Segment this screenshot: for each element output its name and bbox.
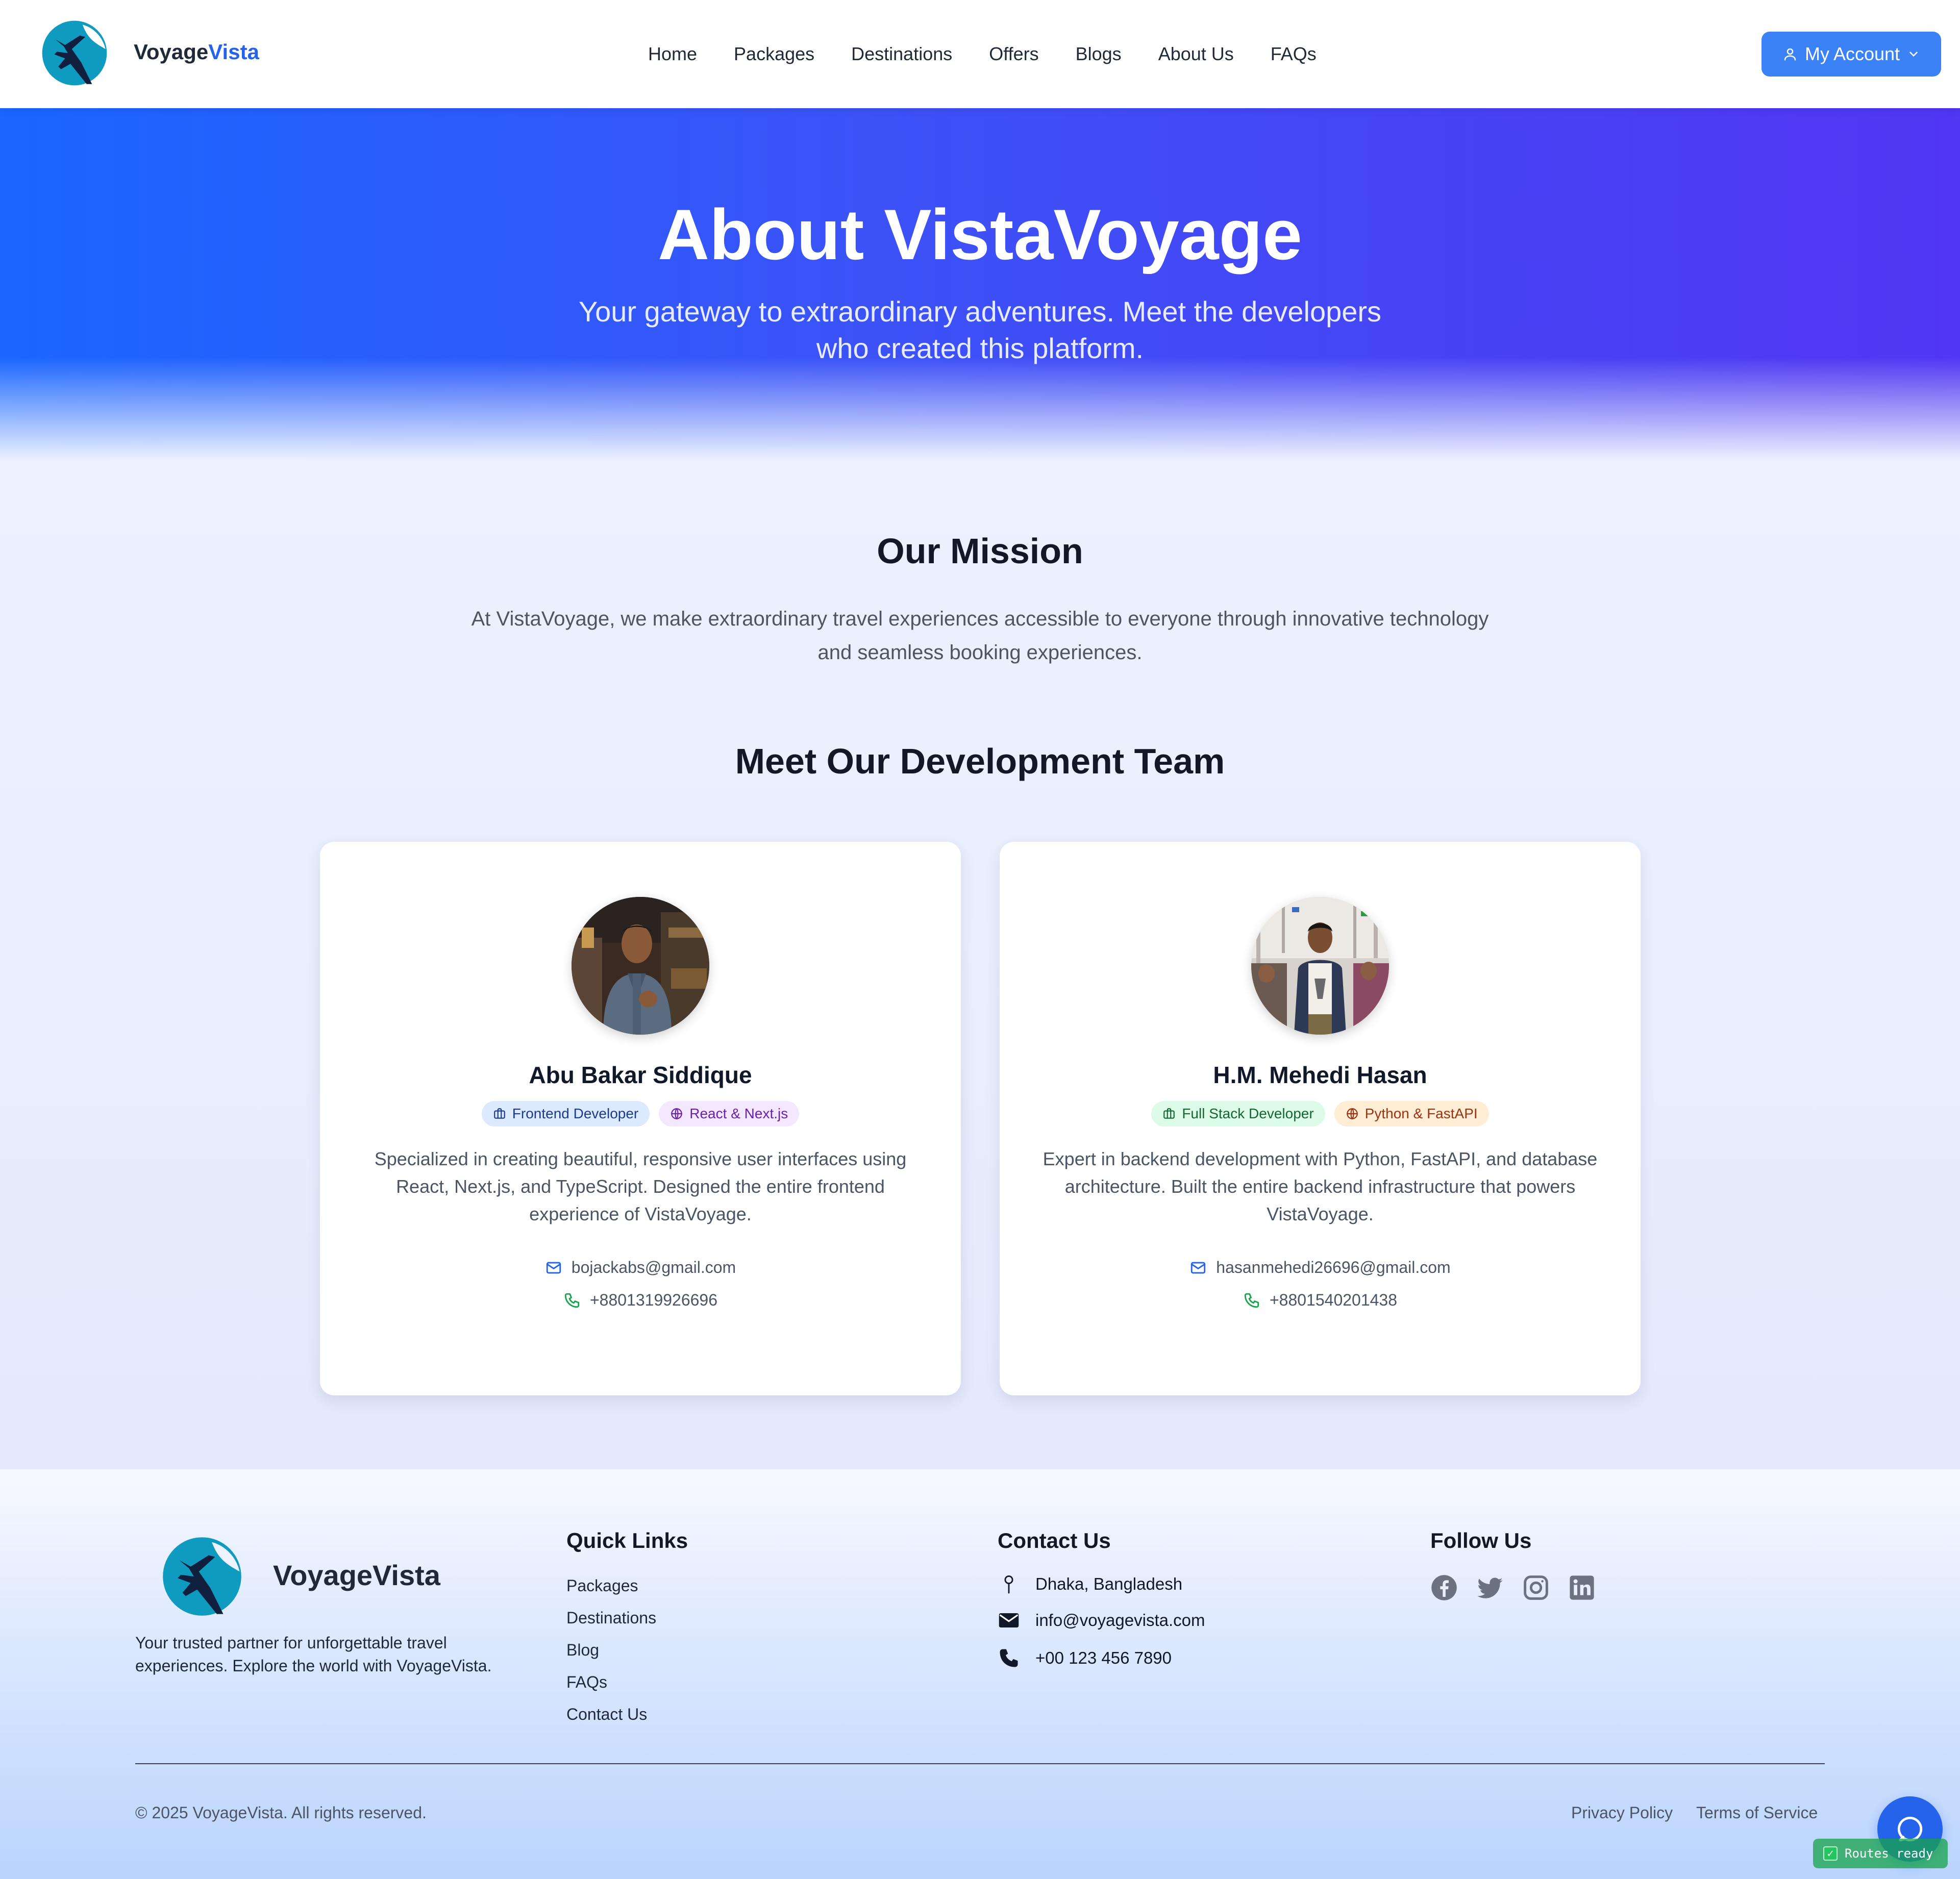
chevron-down-icon (1909, 52, 1918, 57)
my-account-button[interactable]: My Account (1761, 32, 1941, 77)
avatar (572, 897, 709, 1035)
quick-links-heading: Quick Links (566, 1529, 688, 1552)
member-name: Abu Bakar Siddique (529, 1062, 752, 1088)
footer-email[interactable]: info@voyagevista.com (998, 1611, 1205, 1630)
footer-phone-text[interactable]: +00 123 456 7890 (1035, 1648, 1172, 1668)
my-account-label: My Account (1804, 43, 1900, 64)
map-pin-icon (1004, 1575, 1013, 1594)
stack-badge: React & Next.js (659, 1101, 800, 1126)
nav-blogs[interactable]: Blogs (1076, 40, 1122, 68)
member-phone[interactable]: +8801319926696 (590, 1291, 717, 1310)
hero-subtitle: Your gateway to extraordinary adventures… (578, 295, 1382, 364)
team-member-card: Abu Bakar Siddique Frontend Developer Re… (320, 842, 961, 1395)
brand-name[interactable]: VoyageVista (134, 40, 259, 64)
team-title: Meet Our Development Team (735, 741, 1225, 781)
member-description: Expert in backend development with Pytho… (1043, 1148, 1598, 1224)
footer-link-packages[interactable]: Packages (566, 1576, 638, 1595)
nav-about-us[interactable]: About Us (1158, 40, 1234, 68)
footer-address-text: Dhaka, Bangladesh (1035, 1574, 1183, 1593)
member-phone-row[interactable]: +8801319926696 (320, 1291, 961, 1310)
follow-heading: Follow Us (1430, 1529, 1532, 1552)
nav-home[interactable]: Home (648, 40, 697, 68)
stack-badge-label: Python & FastAPI (1364, 1106, 1478, 1121)
mail-icon (1191, 1262, 1206, 1273)
footer-email-text[interactable]: info@voyagevista.com (1035, 1611, 1205, 1630)
main-nav: Home Packages Destinations Offers Blogs … (648, 40, 1317, 68)
social-links (1430, 1574, 1596, 1601)
envelope-icon (999, 1613, 1019, 1627)
member-badges: Frontend Developer React & Next.js (320, 1101, 961, 1126)
member-phone-row[interactable]: +8801540201438 (1000, 1291, 1641, 1310)
footer-link-destinations[interactable]: Destinations (566, 1609, 656, 1627)
member-email-row[interactable]: bojackabs@gmail.com (320, 1258, 961, 1277)
footer-link-contact-us[interactable]: Contact Us (566, 1705, 647, 1724)
briefcase-icon (493, 1108, 505, 1119)
footer-phone[interactable]: +00 123 456 7890 (998, 1647, 1172, 1669)
avatar (1251, 897, 1389, 1035)
user-icon (1784, 48, 1796, 61)
phone-icon (1000, 1649, 1018, 1667)
role-badge: Full Stack Developer (1151, 1101, 1325, 1126)
nav-destinations[interactable]: Destinations (851, 40, 952, 68)
member-badges: Full Stack Developer Python & FastAPI (1000, 1101, 1641, 1126)
nav-faqs[interactable]: FAQs (1271, 40, 1317, 68)
nav-offers[interactable]: Offers (989, 40, 1038, 68)
facebook-icon[interactable] (1430, 1574, 1458, 1601)
footer-divider (135, 1763, 1825, 1764)
routes-ready-text: Routes ready (1845, 1846, 1933, 1861)
role-badge: Frontend Developer (481, 1101, 650, 1126)
check-icon: ✓ (1823, 1846, 1838, 1861)
globe-icon (671, 1108, 683, 1119)
routes-ready-badge: ✓ Routes ready (1813, 1839, 1948, 1868)
role-badge-label: Frontend Developer (512, 1106, 639, 1121)
footer-link-blog[interactable]: Blog (566, 1641, 599, 1660)
briefcase-icon (1163, 1108, 1175, 1119)
copyright-text: © 2025 VoyageVista. All rights reserved. (135, 1803, 427, 1822)
instagram-icon[interactable] (1522, 1574, 1550, 1601)
hero-title: About VistaVoyage (658, 194, 1302, 274)
member-phone[interactable]: +8801540201438 (1270, 1291, 1397, 1310)
footer-link-faqs[interactable]: FAQs (566, 1673, 607, 1692)
member-email-row[interactable]: hasanmehedi26696@gmail.com (1000, 1258, 1641, 1277)
phone-icon (564, 1293, 580, 1308)
top-navbar: VoyageVista Home Packages Destinations O… (0, 0, 1960, 108)
globe-icon (1346, 1108, 1358, 1119)
member-email[interactable]: hasanmehedi26696@gmail.com (1216, 1258, 1450, 1277)
member-email[interactable]: bojackabs@gmail.com (572, 1258, 736, 1277)
stack-badge-label: React & Next.js (689, 1106, 788, 1121)
hero-fade (0, 357, 1960, 460)
member-description: Specialized in creating beautiful, respo… (374, 1148, 907, 1224)
contact-heading: Contact Us (998, 1529, 1111, 1552)
team-member-card: H.M. Mehedi Hasan Full Stack Developer P… (1000, 842, 1641, 1395)
brand-logo-icon[interactable] (41, 19, 108, 87)
member-name: H.M. Mehedi Hasan (1213, 1062, 1427, 1088)
brand-name-part2: Vista (208, 40, 259, 64)
footer-brand-name[interactable]: VoyageVista (273, 1559, 440, 1592)
footer-logo-icon[interactable] (161, 1536, 243, 1617)
twitter-icon[interactable] (1476, 1574, 1504, 1601)
terms-of-service-link[interactable]: Terms of Service (1696, 1803, 1818, 1822)
role-badge-label: Full Stack Developer (1182, 1106, 1314, 1121)
mission-title: Our Mission (877, 531, 1083, 571)
footer-tagline: Your trusted partner for unforgettable t… (135, 1634, 492, 1675)
privacy-policy-link[interactable]: Privacy Policy (1571, 1803, 1673, 1822)
footer-address: Dhaka, Bangladesh (998, 1574, 1182, 1594)
phone-icon (1244, 1293, 1259, 1308)
mission-text: At VistaVoyage, we make extraordinary tr… (471, 608, 1489, 664)
nav-packages[interactable]: Packages (734, 40, 814, 68)
linkedin-icon[interactable] (1568, 1574, 1596, 1601)
stack-badge: Python & FastAPI (1334, 1101, 1489, 1126)
brand-name-part1: Voyage (134, 40, 209, 64)
mail-icon (546, 1262, 561, 1273)
